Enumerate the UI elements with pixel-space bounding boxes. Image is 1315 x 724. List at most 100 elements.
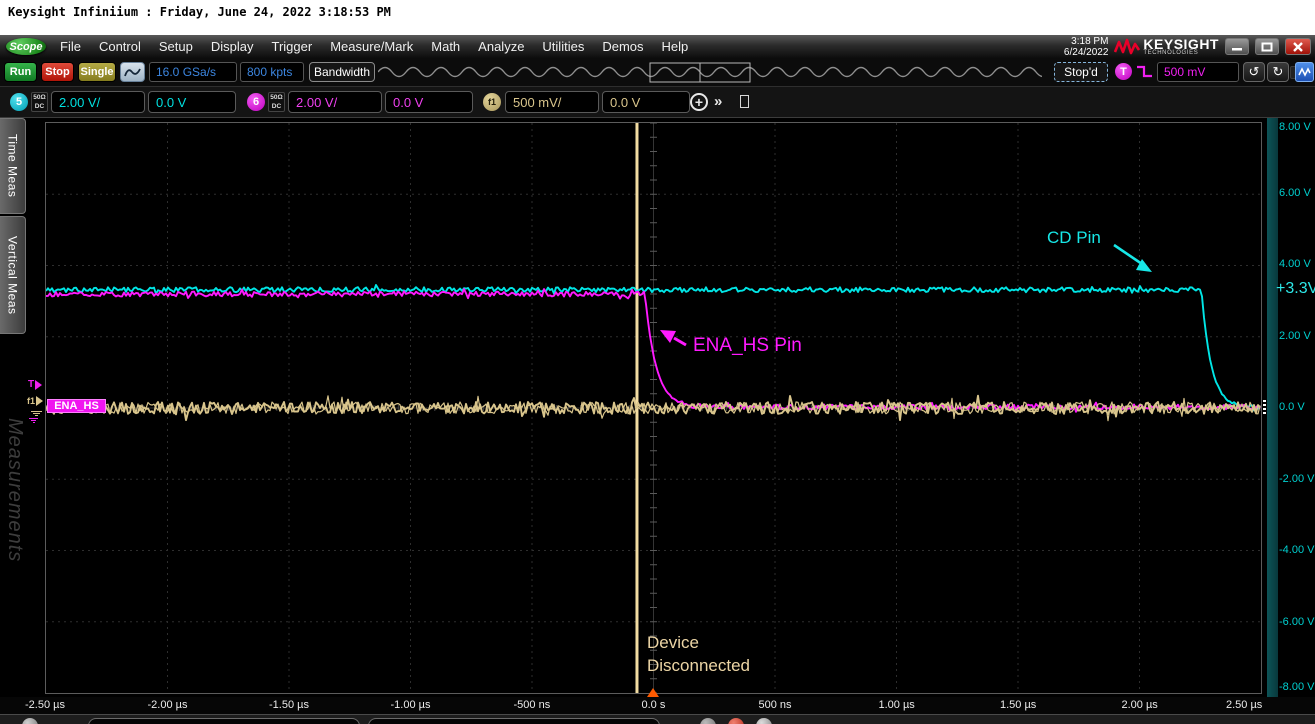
rail-level-annotation: +3.3V (1276, 280, 1315, 298)
trigger-time-marker[interactable] (647, 688, 659, 697)
channel-5-offset-field[interactable]: 0.0 V (148, 91, 236, 113)
redo-icon: ↻ (1273, 64, 1284, 80)
menu-item-trigger[interactable]: Trigger (271, 39, 312, 54)
menu-item-analyze[interactable]: Analyze (478, 39, 524, 54)
sample-rate-field[interactable]: 16.0 GSa/s (149, 62, 237, 82)
menu-item-demos[interactable]: Demos (602, 39, 643, 54)
close-button[interactable] (1285, 38, 1311, 55)
menu-item-display[interactable]: Display (211, 39, 254, 54)
acquisition-toolbar: Run Stop Single 16.0 GSa/s 800 kpts Band… (0, 58, 1315, 87)
menu-item-file[interactable]: File (60, 39, 81, 54)
maximize-button[interactable] (1255, 38, 1279, 55)
marker-button-1[interactable] (700, 718, 716, 724)
voltage-tick-8.00V: 8.00 V (1279, 121, 1311, 133)
time-tick-2.50µs: 2.50 µs (1226, 699, 1262, 711)
tab-vertical-meas[interactable]: Vertical Meas (0, 216, 26, 334)
channel-6-ground-icon (28, 417, 39, 423)
voltage-tick-2.00V: 2.00 V (1279, 330, 1311, 342)
menu-items: File Control Setup Display Trigger Measure/Ma… (60, 39, 688, 54)
channel-5-axis-strip[interactable] (1267, 118, 1278, 697)
expand-chevrons-icon[interactable]: » (714, 93, 722, 110)
voltage-tick--6.00V: -6.00 V (1279, 616, 1314, 628)
menu-item-control[interactable]: Control (99, 39, 141, 54)
marker-button-2[interactable] (728, 718, 744, 724)
time-tick--2.00µs: -2.00 µs (148, 699, 188, 711)
channel-bar: 5 50Ω DC 2.00 V/ 0.0 V 6 50Ω DC 2.00 V/ … (0, 87, 1315, 118)
single-button[interactable]: Single (78, 62, 116, 82)
cd-pin-annotation: CD Pin (1047, 228, 1101, 248)
scope-menu-button[interactable]: Scope (6, 38, 46, 55)
run-button[interactable]: Run (4, 62, 37, 82)
ena-pin-arrow-line (674, 338, 686, 345)
redo-button[interactable]: ↻ (1267, 62, 1289, 82)
voltage-tick--2.00V: -2.00 V (1279, 473, 1314, 485)
maximize-icon (1261, 42, 1273, 52)
time-tick-1.00µs: 1.00 µs (879, 699, 915, 711)
ena-hs-trace-label[interactable]: ENA_HS (47, 399, 106, 413)
time-tick--1.00µs: -1.00 µs (391, 699, 431, 711)
clock-date: 6/24/2022 (1064, 47, 1109, 58)
menu-item-setup[interactable]: Setup (159, 39, 193, 54)
menu-bar: Scope File Control Setup Display Trigger Meas… (0, 35, 1315, 58)
memory-depth-field[interactable]: 800 kpts (240, 62, 304, 82)
time-tick--500ns: -500 ns (514, 699, 551, 711)
channel-6-coupling[interactable]: 50Ω DC (268, 92, 285, 112)
ena-hs-pin-annotation: ENA_HS Pin (693, 335, 802, 357)
brand-name: KEYSIGHT (1143, 38, 1219, 50)
close-icon (1292, 42, 1304, 52)
menu-item-help[interactable]: Help (662, 39, 689, 54)
time-tick--1.50µs: -1.50 µs (269, 699, 309, 711)
voltage-tick-4.00V: 4.00 V (1279, 258, 1311, 270)
add-waveform-button[interactable]: + (690, 93, 708, 111)
function-1-offset-field[interactable]: 0.0 V (602, 91, 690, 113)
voltage-axis: +3.3V 8.00 V6.00 V4.00 V2.00 V0.0 V-2.00… (1262, 118, 1315, 697)
channel-5-scale-field[interactable]: 2.00 V/ (51, 91, 145, 113)
time-tick-500ns: 500 ns (759, 699, 792, 711)
channel-6-offset-field[interactable]: 0.0 V (385, 91, 473, 113)
voltage-tick--4.00V: -4.00 V (1279, 544, 1314, 556)
waveform-display[interactable]: CD Pin ENA_HS Pin Device Disconnected EN… (45, 122, 1262, 694)
device-disconnected-line2: Disconnected (647, 656, 750, 676)
falling-edge-icon[interactable] (1135, 63, 1155, 80)
channel-5-badge[interactable]: 5 (10, 93, 28, 111)
results-field-1[interactable] (88, 718, 360, 724)
keysight-spark-icon (1114, 38, 1140, 56)
touch-waveform-icon[interactable] (1295, 62, 1314, 82)
waveform-canvas (46, 123, 1261, 693)
touch-waveform-glyph (1298, 66, 1311, 78)
dock-icon[interactable] (740, 95, 749, 108)
stop-button[interactable]: Stop (41, 62, 74, 82)
results-field-2[interactable] (368, 718, 660, 724)
channel-6-badge[interactable]: 6 (247, 93, 265, 111)
measurements-watermark: Measurements (3, 418, 26, 562)
time-tick-0.0s: 0.0 s (642, 699, 666, 711)
trigger-level-field[interactable]: 500 mV (1157, 62, 1239, 82)
trigger-source-badge[interactable]: T (1115, 63, 1132, 80)
tab-time-meas[interactable]: Time Meas (0, 118, 26, 214)
marker-button-3[interactable] (756, 718, 772, 724)
menu-item-measure-mark[interactable]: Measure/Mark (330, 39, 413, 54)
function-1-scale-field[interactable]: 500 mV/ (505, 91, 599, 113)
minimize-button[interactable] (1225, 38, 1249, 55)
trigger-arrow-icon (34, 380, 43, 390)
trigger-level-marker[interactable]: T (28, 379, 43, 390)
bandwidth-button[interactable]: Bandwidth (309, 62, 375, 82)
clock: 3:18 PM 6/24/2022 (1064, 36, 1109, 58)
undo-button[interactable]: ↺ (1243, 62, 1265, 82)
menu-item-math[interactable]: Math (431, 39, 460, 54)
timebase-position-indicator[interactable] (378, 61, 1042, 84)
menu-item-utilities[interactable]: Utilities (542, 39, 584, 54)
channel-5-coupling[interactable]: 50Ω DC (31, 92, 48, 112)
acquisition-mode-icon[interactable] (120, 62, 145, 82)
time-tick--2.50µs: -2.50 µs (25, 699, 65, 711)
channel-6-scale-field[interactable]: 2.00 V/ (288, 91, 382, 113)
annotation-arrows (660, 245, 1152, 345)
cd-pin-arrow-line (1114, 245, 1142, 264)
acquisition-status-button[interactable]: Stop'd (1054, 62, 1108, 82)
results-menu-button[interactable] (22, 718, 38, 724)
f1-reference-marker[interactable]: f1 (27, 396, 44, 406)
voltage-tick--8.00V: -8.00 V (1279, 681, 1314, 693)
function-1-badge[interactable]: f1 (483, 93, 501, 111)
device-disconnected-line1: Device (647, 633, 699, 653)
os-title-strip: Keysight Infiniium : Friday, June 24, 20… (0, 0, 1315, 35)
